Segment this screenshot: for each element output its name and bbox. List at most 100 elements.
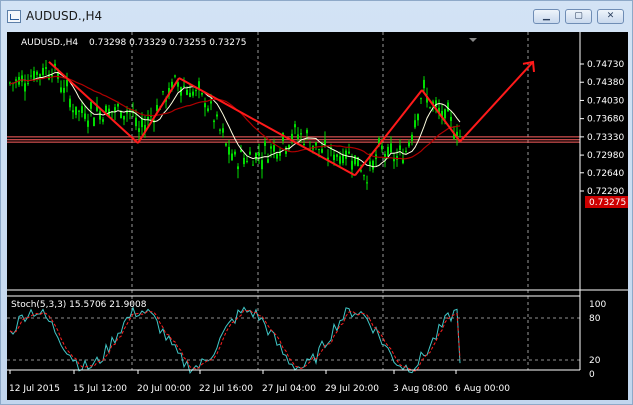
candle-body (225, 143, 227, 146)
candle-body (36, 71, 38, 75)
candle-body (24, 83, 26, 92)
candle-body (63, 87, 65, 93)
stoch-signal-line (9, 309, 461, 372)
candle-body (192, 91, 194, 96)
candle-body (420, 98, 422, 100)
price-chart-svg[interactable]: 0.74730 0.74380 0.74030 0.73680 0.73330 0.729… (7, 32, 628, 400)
candle-body (276, 153, 278, 159)
candle-body (174, 75, 176, 77)
candle-body (315, 142, 317, 146)
chart-header-ohlc: 0.73298 0.73329 0.73255 0.73275 (89, 38, 246, 48)
price-tick-label: 0.72980 (587, 151, 624, 161)
candle-body (381, 145, 383, 150)
candle-body (15, 79, 17, 81)
price-tick-label: 0.74030 (587, 96, 624, 106)
candle-body (84, 113, 86, 119)
candle-body (270, 146, 272, 149)
candle-body (405, 150, 407, 153)
candle-body (189, 92, 191, 97)
candle-body (222, 128, 224, 133)
candle-body (261, 160, 263, 170)
chart-area[interactable]: 0.74730 0.74380 0.74030 0.73680 0.73330 0.729… (7, 32, 628, 400)
candle-body (264, 141, 266, 146)
candle-body (318, 148, 320, 150)
candle-body (123, 115, 125, 120)
stoch-tick-label: 80 (589, 314, 601, 324)
candle-body (369, 161, 371, 166)
candle-body (258, 152, 260, 156)
candle-body (444, 109, 446, 119)
candle-body (414, 120, 416, 128)
candle-body (21, 75, 23, 82)
window-title: AUDUSD.,H4 (26, 9, 103, 23)
projection-arrow-line (459, 61, 534, 143)
candle-body (399, 145, 401, 150)
maximize-button[interactable]: ▢ (565, 9, 592, 24)
candle-body (177, 82, 179, 87)
time-axis-label: 27 Jul 04:00 (262, 384, 316, 394)
stoch-tick-label: 100 (589, 300, 606, 310)
candle-body (117, 103, 119, 107)
time-axis-label: 29 Jul 20:00 (325, 384, 379, 394)
candle-body (33, 70, 35, 80)
candle-body (201, 93, 203, 95)
candle-body (300, 133, 302, 135)
candle-body (333, 154, 335, 161)
candle-body (114, 107, 116, 112)
candle-body (255, 152, 257, 161)
candle-body (321, 149, 323, 153)
candle-body (459, 136, 461, 138)
candle-body (372, 160, 374, 170)
candle-body (162, 91, 164, 93)
shift-marker (469, 38, 477, 42)
candle-body (249, 151, 251, 155)
candle-body (387, 146, 389, 156)
candle-body (408, 141, 410, 147)
candle-body (390, 143, 392, 153)
candle-body (303, 144, 305, 146)
stoch-tick-label: 0 (589, 370, 595, 380)
candle-body (366, 182, 368, 184)
candle-body (354, 155, 356, 165)
candle-body (228, 146, 230, 155)
chart-header-symbol: AUDUSD.,H4 (21, 38, 78, 48)
candle-body (72, 110, 74, 113)
stoch-label: Stoch(5,3,3) 15.5706 21.9008 (11, 300, 147, 310)
candle-body (423, 79, 425, 89)
title-bar[interactable]: AUDUSD.,H4 ▁ ▢ ✕ (1, 1, 632, 31)
candle-body (78, 110, 80, 112)
candle-body (363, 175, 365, 177)
candle-body (69, 98, 71, 108)
candle-body (147, 117, 149, 120)
candle-body (39, 74, 41, 77)
candle-body (60, 87, 62, 93)
candle-body (216, 114, 218, 117)
candle-body (345, 150, 347, 159)
stoch-tick-label: 20 (589, 356, 601, 366)
price-tick-label: 0.72640 (587, 169, 624, 179)
candle-body (195, 90, 197, 92)
time-axis-label: 22 Jul 16:00 (199, 384, 253, 394)
candle-body (429, 107, 431, 109)
candle-body (219, 129, 221, 131)
candle-body (234, 151, 236, 155)
time-axis-label: 6 Aug 00:00 (455, 384, 510, 394)
price-tick-label: 0.74730 (587, 60, 624, 70)
candle-body (267, 159, 269, 163)
candle-body (252, 164, 254, 166)
candle-body (99, 111, 101, 120)
candle-body (51, 74, 53, 77)
zigzag-segment (48, 61, 139, 144)
minimize-button[interactable]: ▁ (533, 9, 560, 24)
candle-body (27, 83, 29, 85)
candle-body (93, 117, 95, 127)
candle-body (45, 67, 47, 69)
candle-body (30, 75, 32, 77)
candle-body (183, 85, 185, 87)
price-tick-label: 0.72290 (587, 187, 624, 197)
candle-body (297, 134, 299, 139)
close-button[interactable]: ✕ (597, 9, 624, 24)
candle-body (105, 105, 107, 113)
candle-body (360, 170, 362, 172)
candle-body (450, 116, 452, 121)
